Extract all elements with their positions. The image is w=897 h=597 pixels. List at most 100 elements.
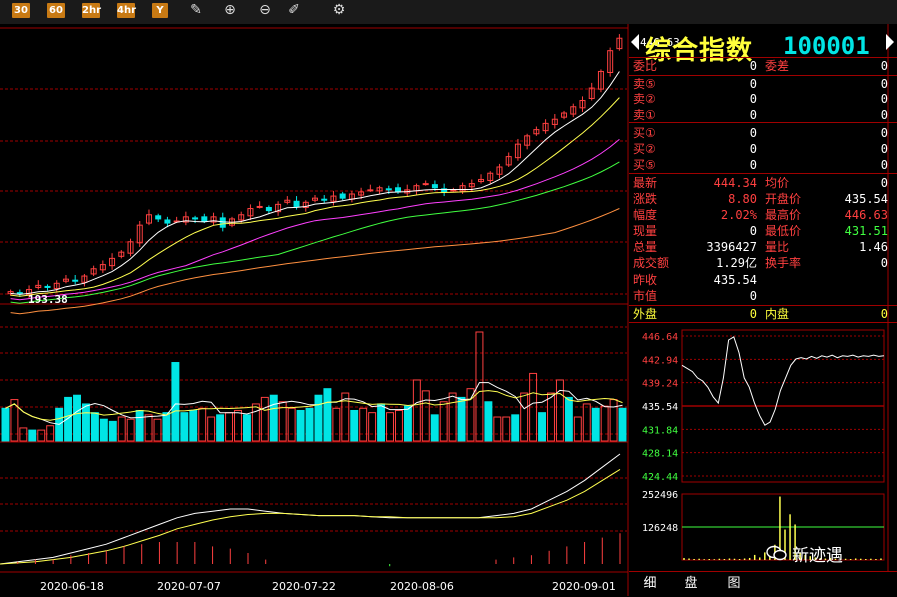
quote-row: 市值 0 [629,289,897,304]
quote-value: 3396427 [706,240,757,254]
panel-separator [629,57,897,58]
tab-detail[interactable]: 细 [635,575,665,593]
period-year-button[interactable]: Y [152,3,168,18]
quote-value: 0 [749,224,757,238]
quote-label: 昨收 [633,273,658,287]
period-60-button[interactable]: 60 [47,3,65,18]
volume-bar [64,396,73,442]
quote-value-2: 431.51 [844,224,888,238]
volume-bar [180,412,189,442]
zoom-out-icon[interactable]: ⊖ [257,2,273,18]
period-30-button[interactable]: 30 [12,3,30,18]
volume-bar [73,394,81,442]
volume-bar [394,409,403,442]
candle-body [256,205,263,208]
quote-row: 委比 0 委差 0 [629,59,897,74]
volume-bar [332,407,341,442]
volume-bar [582,403,591,442]
volume-bar [1,407,10,442]
volume-bar [135,409,144,442]
quote-value: 0 [749,158,757,172]
note-icon[interactable]: ✐ [286,2,302,18]
quote-value-2: 435.54 [844,192,888,206]
quote-value-2: 0 [880,59,888,73]
period-4hr-button[interactable]: 4hr [117,3,136,18]
quote-label-2: 内盘 [765,307,790,321]
toolbar: 30 60 2hr 4hr Y ✎ ⊕ ⊖ ✐ ⚙ [0,0,897,24]
date-axis: 2020-06-18 2020-07-07 2020-07-22 2020-08-06… [40,580,616,593]
candle-body [72,279,79,282]
candle-body [321,198,328,201]
volume-bar [573,416,582,442]
quote-label: 涨跌 [633,192,658,206]
volume-bar [412,379,421,442]
volume-bar [386,412,394,442]
quote-value: 2.02% [720,208,757,222]
quote-row: 外盘 0 内盘 0 [629,307,897,322]
quote-row: 昨收 435.54 [629,273,897,288]
panel-separator [629,75,897,76]
quote-row: 买① 0 0 [629,126,897,141]
volume-bar [28,429,37,442]
volume-bar [171,362,180,442]
candle-body [201,216,208,222]
macd-chart [0,453,621,567]
candle-body [192,217,199,220]
candle-body [339,193,346,199]
quote-label: 买② [633,142,656,156]
candle-body [44,285,51,288]
quote-value-2: 0 [880,142,888,156]
volume-bar [126,418,135,442]
volume-bar [234,409,242,442]
zoom-in-icon[interactable]: ⊕ [222,2,238,18]
gear-icon[interactable]: ⚙ [331,2,347,18]
candle-body [367,189,374,192]
volume-bar [198,407,207,442]
quote-row: 卖⑤ 0 0 [629,77,897,92]
volume-bar [305,407,314,442]
quote-label: 卖② [633,92,656,106]
quote-value-2: 0 [880,92,888,106]
volume-bar [37,429,46,442]
volume-bar [618,407,627,442]
tab-orderbook[interactable]: 盘 [676,575,706,593]
panel-separator [629,322,897,323]
quote-value-2: 0 [880,77,888,91]
date-label: 2020-06-18 [40,580,104,593]
volume-bar [377,403,386,442]
volume-bar [162,412,171,442]
draw-icon[interactable]: ✎ [188,2,204,18]
quote-row: 现量 0 最低价 431.51 [629,224,897,239]
volume-bar [430,414,439,442]
quote-label: 市值 [633,289,658,303]
volume-bar [207,416,216,442]
date-label: 2020-08-06 [390,580,454,593]
volume-bar [350,409,359,442]
candle-body [385,188,392,191]
date-label: 2020-09-01 [552,580,616,593]
watermark-text: 新迹遇 [792,546,843,566]
quote-value-2: 1.46 [859,240,888,254]
quote-label-2: 开盘价 [765,192,802,206]
quote-label: 买⑤ [633,158,656,172]
quote-row: 成交额 1.29亿 换手率 0 [629,256,897,271]
quote-value: 435.54 [713,273,757,287]
volume-bar [216,414,225,442]
macd-dea-line [0,468,621,565]
quote-row: 卖② 0 0 [629,92,897,107]
volume-bar [314,394,323,442]
volume-bar [591,407,600,442]
tab-chart[interactable]: 图 [719,575,749,593]
quote-label: 委比 [633,59,658,73]
volume-bar [323,388,332,442]
volume-chart [1,331,627,442]
volume-bar [287,407,296,442]
period-2hr-button[interactable]: 2hr [82,3,101,18]
volume-bar [117,416,126,442]
volume-bar [189,409,198,442]
volume-bar [511,414,520,442]
volume-bar [421,390,430,442]
volume-bar [81,403,90,442]
low-price-label: 193.38 [28,293,68,306]
quote-label: 幅度 [633,208,658,222]
